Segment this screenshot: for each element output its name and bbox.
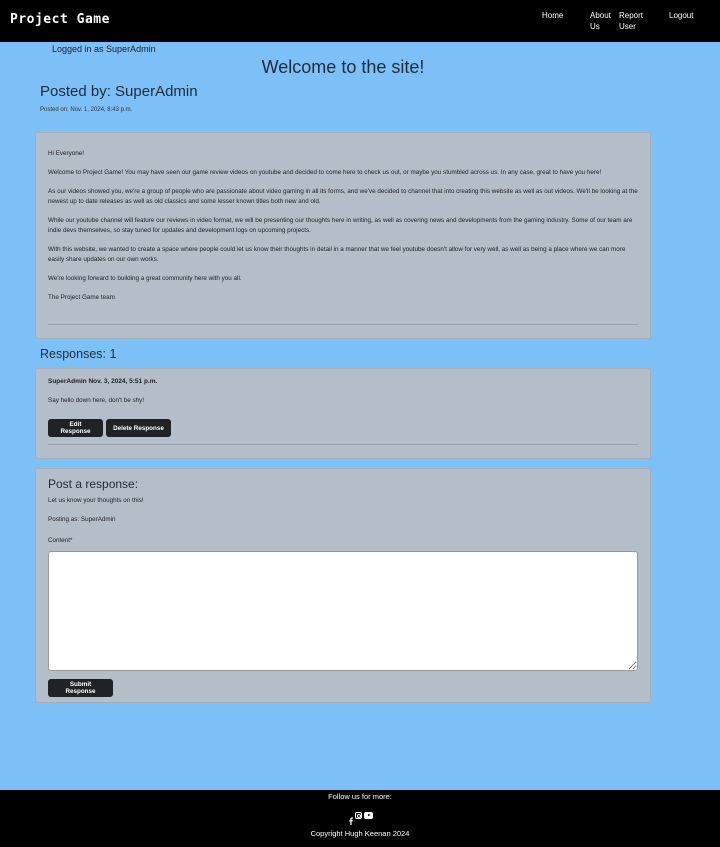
response-meta: SuperAdmin Nov. 3, 2024, 5:51 p.m. [48, 378, 158, 385]
youtube-icon[interactable] [364, 812, 373, 819]
responses-heading: Responses: 1 [40, 347, 117, 361]
divider [48, 444, 638, 445]
nav-link-home[interactable]: Home [542, 10, 563, 21]
social-links [349, 811, 373, 825]
nav-link-about-us[interactable]: About Us [590, 10, 616, 32]
instagram-icon[interactable] [355, 812, 362, 819]
divider [48, 324, 638, 325]
login-status: Logged in as SuperAdmin [52, 44, 156, 54]
footer-copyright: Copyright Hugh Keenan 2024 [310, 829, 410, 838]
footer: Follow us for more: Copyright Hugh Keena… [0, 790, 720, 847]
response-card: SuperAdmin Nov. 3, 2024, 5:51 p.m. Say h… [35, 368, 651, 459]
footer-follow-text: Follow us for more: [328, 792, 392, 801]
edit-response-button[interactable]: Edit Response [48, 419, 103, 437]
post-paragraph: While our youtube channel will feature o… [48, 217, 633, 234]
response-body: Say hello down here, don't be shy! [48, 397, 145, 404]
posting-as-label: Posting as: SuperAdmin [48, 516, 116, 523]
post-paragraph: Welcome to Project Game! You may have se… [48, 169, 602, 176]
post-body: Hi Everyone! Welcome to Project Game! Yo… [48, 149, 638, 312]
page-title: Welcome to the site! [261, 57, 425, 77]
response-form: Post a response: Let us know your though… [35, 468, 651, 703]
nav-link-report-user[interactable]: Report User [619, 10, 649, 32]
nav-link-logout[interactable]: Logout [669, 10, 693, 21]
post-paragraph: As our videos showed you, we're a group … [48, 188, 638, 205]
brand-logo[interactable]: Project Game [10, 12, 110, 27]
post-card: Hi Everyone! Welcome to Project Game! Yo… [35, 132, 651, 339]
content-textarea[interactable] [48, 551, 638, 671]
post-author: Posted by: SuperAdmin [40, 83, 198, 100]
content-label: Content* [48, 537, 73, 544]
post-date: Posted on: Nov. 1, 2024, 8:43 p.m. [40, 107, 133, 113]
navbar: Project Game Home About Us Report User L… [0, 0, 720, 42]
post-paragraph: We're looking forward to building a grea… [48, 275, 242, 282]
form-title: Post a response: [48, 477, 139, 491]
facebook-icon[interactable] [349, 812, 353, 825]
post-paragraph: With this website, we wanted to create a… [48, 246, 626, 263]
delete-response-button[interactable]: Delete Response [106, 419, 171, 437]
form-hint: Let us know your thoughts on this! [48, 497, 144, 504]
post-signature: The Project Game team [48, 294, 115, 301]
post-paragraph: Hi Everyone! [48, 150, 85, 157]
submit-response-button[interactable]: Submit Response [48, 679, 113, 697]
